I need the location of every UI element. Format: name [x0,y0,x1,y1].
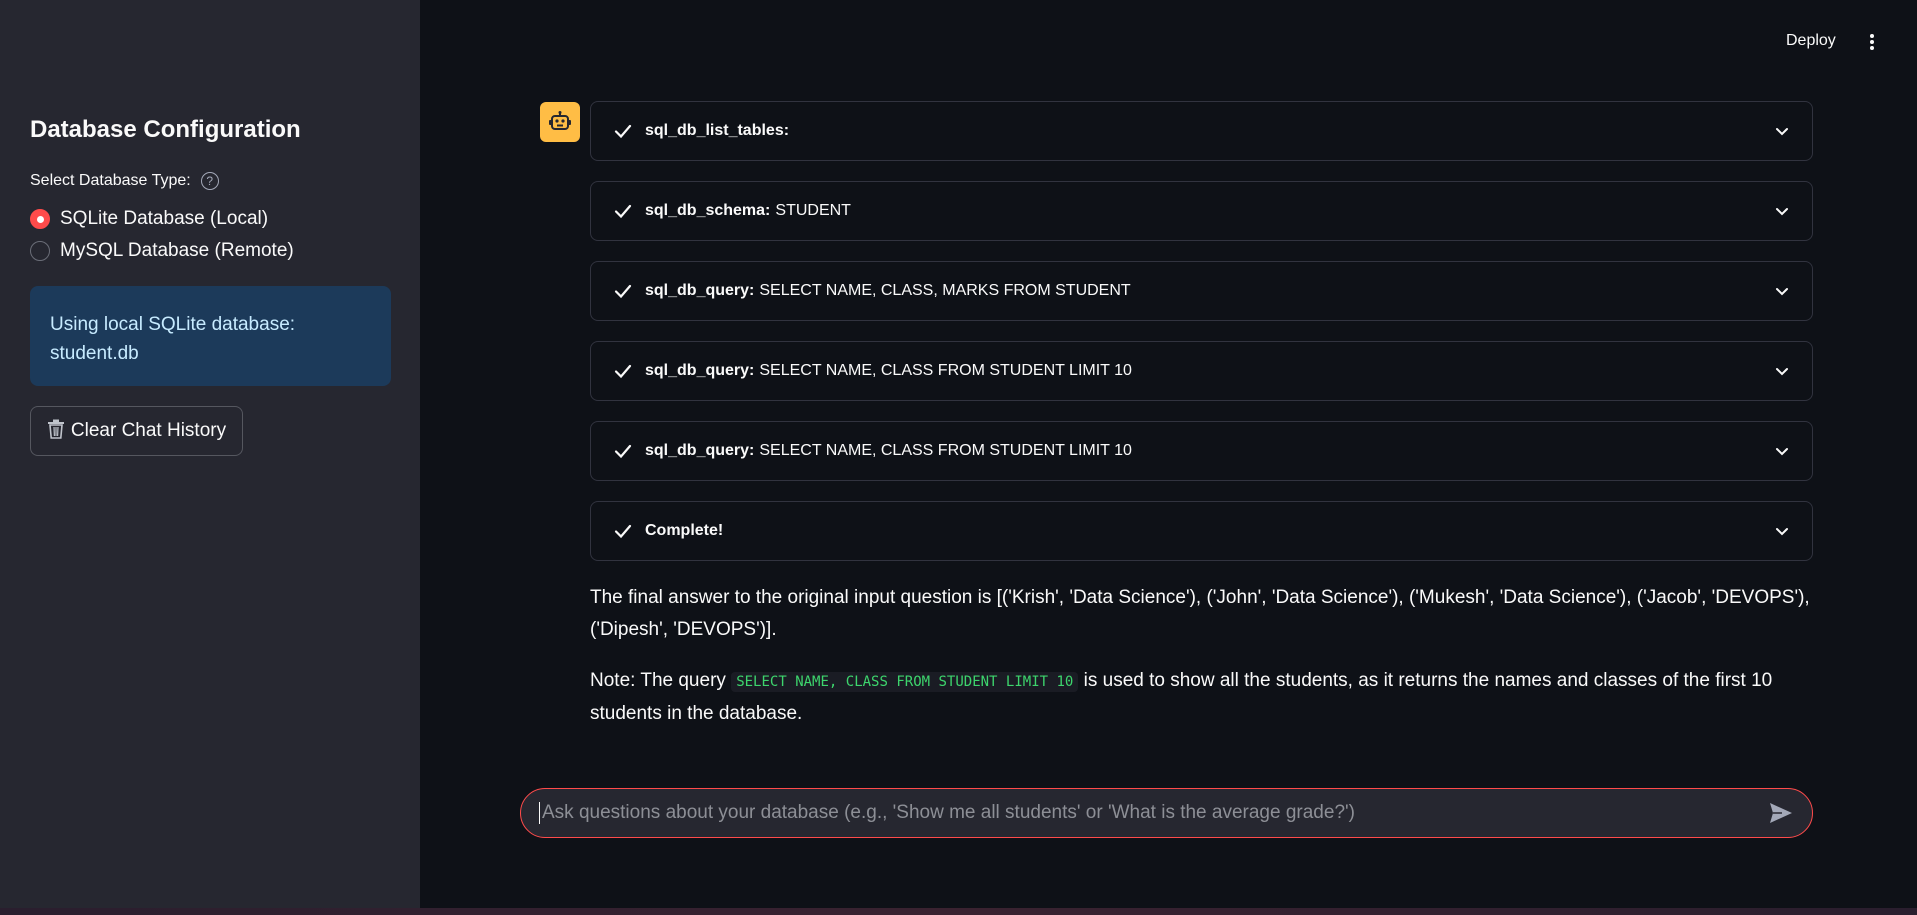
final-answer-text: The final answer to the original input q… [590,587,1810,640]
step-tool-label: sql_db_list_tables: [645,122,790,139]
more-options-icon[interactable] [1864,32,1880,52]
radio-label-sqlite: SQLite Database (Local) [60,208,269,229]
expander-step-1[interactable]: sql_db_list_tables: [590,101,1813,161]
step-detail: SELECT NAME, CLASS FROM STUDENT LIMIT 10 [759,362,1132,379]
clear-chat-history-button[interactable]: Clear Chat History [30,406,243,456]
sidebar-title: Database Configuration [30,116,301,143]
inline-code: SELECT NAME, CLASS FROM STUDENT LIMIT 10 [731,672,1079,692]
step-tool-label: sql_db_schema: [645,202,771,219]
radio-label-mysql: MySQL Database (Remote) [60,240,294,261]
chevron-down-icon[interactable] [1774,203,1790,219]
radio-option-sqlite[interactable]: SQLite Database (Local) [30,208,268,230]
expander-step-5[interactable]: sql_db_query: SELECT NAME, CLASS FROM ST… [590,421,1813,481]
expander-step-complete[interactable]: Complete! [590,501,1813,561]
deploy-button[interactable]: Deploy [1786,32,1836,50]
step-tool-label: sql_db_query: [645,282,755,299]
chat-input[interactable] [539,802,1768,824]
chevron-down-icon[interactable] [1774,443,1790,459]
assistant-avatar-icon [540,102,580,142]
chevron-down-icon[interactable] [1774,363,1790,379]
expander-step-3[interactable]: sql_db_query: SELECT NAME, CLASS, MARKS … [590,261,1813,321]
radio-option-mysql[interactable]: MySQL Database (Remote) [30,240,294,262]
chevron-down-icon[interactable] [1774,283,1790,299]
step-tool-label: Complete! [645,522,724,539]
info-box: Using local SQLite database: student.db [30,286,391,386]
chat-input-container [520,788,1813,838]
check-icon [614,124,632,139]
step-detail: SELECT NAME, CLASS, MARKS FROM STUDENT [759,282,1131,299]
note-text: Note: The query SELECT NAME, CLASS FROM … [590,665,1813,730]
clear-chat-history-label: Clear Chat History [70,420,227,441]
check-icon [614,364,632,379]
note-prefix: Note: The query [590,670,726,691]
database-type-label: Select Database Type: ? [30,172,219,190]
trash-icon [47,419,65,444]
radio-unselected-icon[interactable] [30,241,50,261]
check-icon [614,204,632,219]
check-icon [614,284,632,299]
step-detail: STUDENT [775,202,851,219]
help-icon[interactable]: ? [200,172,219,190]
step-tool-label: sql_db_query: [645,442,755,459]
expander-step-2[interactable]: sql_db_schema: STUDENT [590,181,1813,241]
send-icon[interactable] [1768,800,1794,826]
check-icon [614,524,632,539]
sidebar: Database Configuration Select Database T… [0,0,420,908]
chevron-down-icon[interactable] [1774,523,1790,539]
chevron-down-icon[interactable] [1774,123,1790,139]
bottom-bar [0,908,1917,915]
check-icon [614,444,632,459]
step-detail: SELECT NAME, CLASS FROM STUDENT LIMIT 10 [759,442,1132,459]
expander-step-4[interactable]: sql_db_query: SELECT NAME, CLASS FROM ST… [590,341,1813,401]
radio-selected-icon[interactable] [30,209,50,229]
database-type-label-text: Select Database Type: [30,172,191,189]
step-tool-label: sql_db_query: [645,362,755,379]
